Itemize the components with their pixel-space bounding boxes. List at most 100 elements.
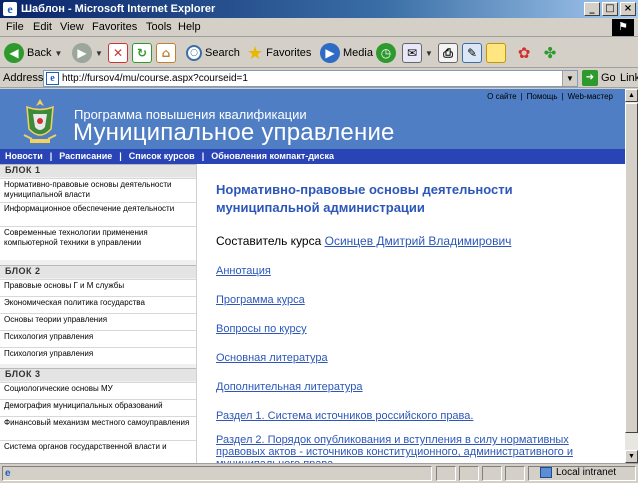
- main-literature-link[interactable]: Основная литература: [216, 352, 328, 364]
- sidebar-item[interactable]: Психология управления: [0, 347, 196, 364]
- address-input[interactable]: e http://fursov4/mu/course.aspx?courseid…: [43, 70, 578, 87]
- section-1-link[interactable]: Раздел 1. Система источников российского…: [216, 410, 473, 422]
- sidebar-item[interactable]: Демография муниципальных образований: [0, 399, 196, 416]
- questions-link[interactable]: Вопросы по курсу: [216, 323, 307, 335]
- menu-tools[interactable]: Tools: [146, 21, 172, 33]
- separator: |: [201, 151, 205, 161]
- annotation-link[interactable]: Аннотация: [216, 265, 271, 277]
- scroll-down-button[interactable]: ▼: [625, 450, 638, 463]
- section-2-link[interactable]: Раздел 2. Порядок опубликования и вступл…: [216, 434, 621, 463]
- go-arrow-icon: ➜: [582, 70, 598, 86]
- forward-arrow-icon: ▶: [72, 43, 92, 63]
- status-bar: e Local intranet: [0, 463, 638, 483]
- nav-course-list[interactable]: Список курсов: [129, 151, 195, 161]
- folder-icon: [486, 43, 506, 63]
- block-2-heading: БЛОК 2: [0, 265, 196, 278]
- messenger-icon: ✿: [517, 44, 531, 62]
- ie-status-icon: e: [5, 468, 11, 479]
- refresh-button[interactable]: ↻: [132, 42, 152, 64]
- scroll-thumb[interactable]: [625, 103, 638, 433]
- sidebar-item[interactable]: Современные технологии применения компью…: [0, 226, 196, 260]
- edit-icon: ✎: [462, 43, 482, 63]
- search-button[interactable]: ○ Search: [186, 42, 240, 64]
- sidebar-item[interactable]: Финансовый механизм местного самоуправле…: [0, 416, 196, 440]
- browser-window: e Шаблон - Microsoft Internet Explorer _…: [0, 0, 638, 483]
- media-icon: ▶: [320, 43, 340, 63]
- block-1-heading: БЛОК 1: [0, 164, 196, 177]
- edit-button[interactable]: ✎: [462, 42, 482, 64]
- minimize-button[interactable]: _: [584, 2, 600, 16]
- intranet-icon: [540, 467, 552, 478]
- sidebar-item[interactable]: Правовые основы Г и М службы: [0, 279, 196, 296]
- sidebar-item[interactable]: Система органов государственной власти и: [0, 440, 196, 463]
- clover-icon: ✤: [543, 44, 557, 62]
- scroll-up-button[interactable]: ▲: [625, 89, 638, 102]
- vertical-scrollbar[interactable]: ▲ ▼: [625, 89, 638, 463]
- sidebar-item[interactable]: Основы теории управления: [0, 313, 196, 330]
- mail-button[interactable]: ✉ ▼: [402, 42, 433, 64]
- chevron-down-icon: ▼: [54, 48, 63, 58]
- home-icon: ⌂: [156, 43, 176, 63]
- sidebar-item[interactable]: Экономическая политика государства: [0, 296, 196, 313]
- course-title: Нормативно-правовые основы деятельности …: [216, 182, 513, 215]
- address-bar: Address e http://fursov4/mu/course.aspx?…: [0, 69, 638, 88]
- forward-button[interactable]: ▶ ▼: [72, 42, 103, 64]
- address-url[interactable]: http://fursov4/mu/course.aspx?courseid=1: [62, 73, 248, 84]
- mail-icon: ✉: [402, 43, 422, 63]
- program-link[interactable]: Программа курса: [216, 294, 305, 306]
- page-icon: e: [46, 72, 59, 85]
- stop-button[interactable]: ✕: [108, 42, 128, 64]
- discuss-button[interactable]: [486, 42, 506, 64]
- history-icon: ◷: [376, 43, 396, 63]
- menu-file[interactable]: File: [6, 21, 24, 33]
- menu-edit[interactable]: Edit: [33, 21, 52, 33]
- menu-view[interactable]: View: [60, 21, 84, 33]
- ie-logo-icon: e: [3, 2, 17, 16]
- close-button[interactable]: ×: [620, 2, 636, 16]
- maximize-button[interactable]: □: [602, 2, 618, 16]
- back-arrow-icon: ◀: [4, 43, 24, 63]
- home-button[interactable]: ⌂: [156, 42, 176, 64]
- sidebar-item[interactable]: Психология управления: [0, 330, 196, 347]
- zone-label: Local intranet: [556, 467, 617, 478]
- media-label: Media: [343, 47, 373, 59]
- windows-flag-icon: ⚑: [612, 19, 634, 36]
- author-link[interactable]: Осинцев Дмитрий Владимирович: [325, 234, 512, 248]
- menu-favorites[interactable]: Favorites: [92, 21, 137, 33]
- extra-literature-link[interactable]: Дополнительная литература: [216, 381, 363, 393]
- print-button[interactable]: ⎙: [438, 42, 458, 64]
- separator: |: [520, 92, 523, 101]
- search-icon: ○: [186, 45, 202, 61]
- star-icon: ★: [247, 42, 264, 63]
- refresh-icon: ↻: [132, 43, 152, 63]
- nav-schedule[interactable]: Расписание: [59, 151, 112, 161]
- sidebar-item[interactable]: Социологические основы МУ: [0, 382, 196, 399]
- links-button[interactable]: Links: [620, 72, 638, 84]
- sidebar-item[interactable]: Нормативно-правовые основы деятельности …: [0, 178, 196, 202]
- go-button[interactable]: ➜ Go: [582, 70, 616, 86]
- title-bar: e Шаблон - Microsoft Internet Explorer _…: [0, 0, 638, 18]
- status-cell: [459, 466, 479, 481]
- status-cell: [436, 466, 456, 481]
- webmaster-link[interactable]: Web-мастер: [568, 92, 613, 101]
- coat-of-arms-icon: [23, 99, 57, 143]
- go-label: Go: [601, 72, 616, 84]
- messenger-button[interactable]: ✿: [514, 42, 534, 64]
- history-button[interactable]: ◷: [376, 42, 396, 64]
- about-link[interactable]: О сайте: [487, 92, 516, 101]
- help-link[interactable]: Помощь: [527, 92, 558, 101]
- status-cell: [482, 466, 502, 481]
- nav-news[interactable]: Новости: [5, 151, 43, 161]
- media-button[interactable]: ▶ Media: [320, 42, 373, 64]
- search-label: Search: [205, 47, 240, 59]
- separator: |: [561, 92, 564, 101]
- block-3-heading: БЛОК 3: [0, 368, 196, 381]
- research-button[interactable]: ✤: [540, 42, 560, 64]
- favorites-button[interactable]: ★ Favorites: [247, 42, 311, 64]
- sidebar-item[interactable]: Информационное обеспечение деятельности: [0, 202, 196, 226]
- nav-cd-updates[interactable]: Обновления компакт-диска: [211, 151, 334, 161]
- menu-help[interactable]: Help: [178, 21, 201, 33]
- site-title: Муниципальное управление: [73, 119, 395, 146]
- address-dropdown-button[interactable]: ▼: [562, 71, 577, 86]
- back-button[interactable]: ◀ Back ▼: [4, 42, 62, 64]
